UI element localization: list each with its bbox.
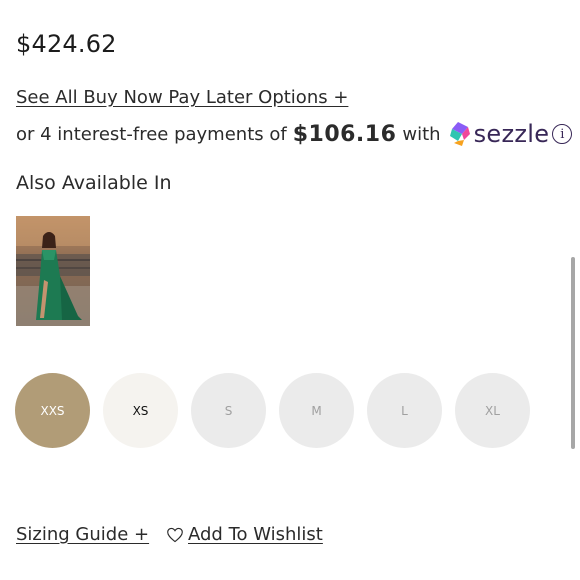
size-option-xl[interactable]: XL bbox=[455, 373, 530, 448]
size-option-l[interactable]: L bbox=[367, 373, 442, 448]
sezzle-wordmark: sezzle bbox=[473, 120, 550, 148]
size-option-s[interactable]: S bbox=[191, 373, 266, 448]
bnpl-options-link[interactable]: See All Buy Now Pay Later Options + bbox=[16, 87, 348, 108]
variant-thumbnail-green[interactable] bbox=[16, 216, 90, 326]
size-option-m[interactable]: M bbox=[279, 373, 354, 448]
variant-photo bbox=[16, 216, 90, 326]
product-price: $424.62 bbox=[16, 30, 117, 58]
add-to-wishlist-button[interactable]: Add To Wishlist bbox=[166, 524, 323, 545]
sezzle-logo-icon bbox=[449, 122, 470, 146]
scrollbar-thumb[interactable] bbox=[571, 257, 575, 449]
also-available-label: Also Available In bbox=[16, 172, 172, 194]
sizing-guide-link[interactable]: Sizing Guide + bbox=[16, 524, 149, 545]
size-option-xs[interactable]: XS bbox=[103, 373, 178, 448]
installment-message: or 4 interest-free payments of $106.16 w… bbox=[16, 120, 573, 148]
size-selector: XXS XS S M L XL bbox=[15, 373, 530, 448]
wishlist-label: Add To Wishlist bbox=[188, 524, 323, 545]
size-option-xxs[interactable]: XXS bbox=[15, 373, 90, 448]
sezzle-logo[interactable]: sezzle bbox=[449, 120, 550, 148]
installment-amount: $106.16 bbox=[292, 121, 397, 147]
heart-outline-icon bbox=[167, 527, 183, 542]
installment-prefix: or 4 interest-free payments of bbox=[16, 123, 287, 145]
info-circle-icon[interactable]: i bbox=[552, 124, 573, 144]
installment-with: with bbox=[402, 123, 441, 145]
